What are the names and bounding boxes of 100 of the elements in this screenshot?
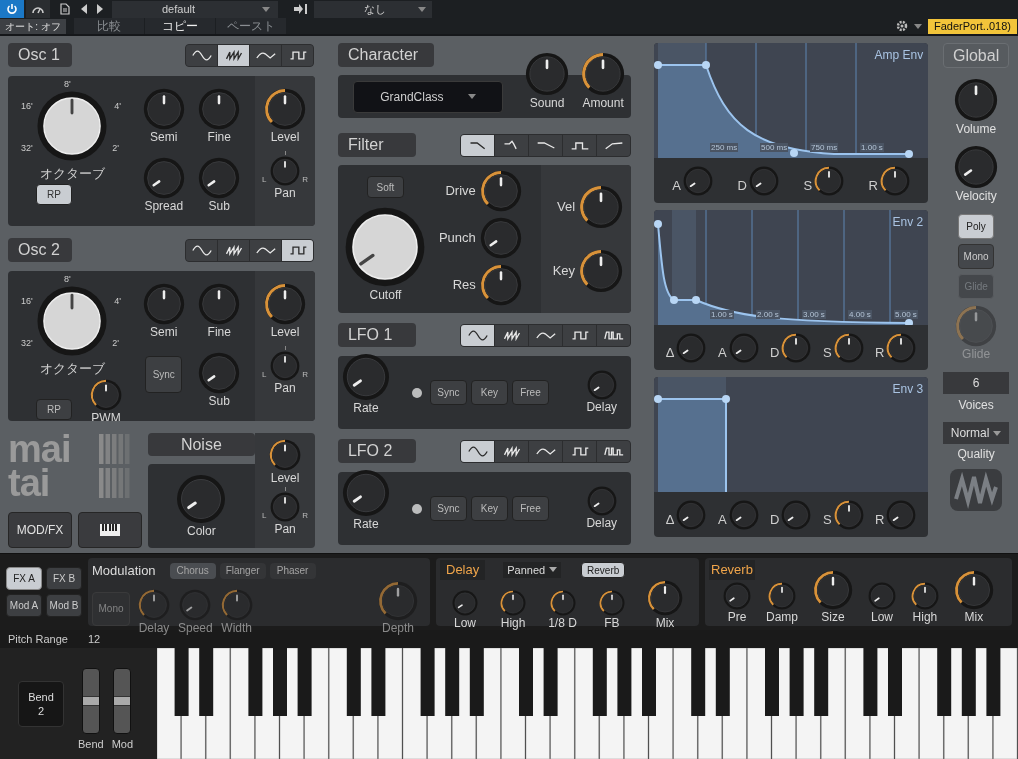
- envelope-node[interactable]: [670, 296, 679, 304]
- fx-tab[interactable]: FX B: [46, 567, 82, 590]
- rp-button[interactable]: RP: [36, 183, 72, 205]
- envelope-node[interactable]: [654, 61, 663, 69]
- envelope-node[interactable]: [722, 395, 731, 403]
- automation-button[interactable]: オート: オフ: [0, 18, 66, 34]
- knob[interactable]: [344, 206, 427, 288]
- filter-type-button[interactable]: [563, 134, 597, 156]
- waveform-button[interactable]: [218, 239, 249, 261]
- waveform-button[interactable]: [461, 324, 495, 346]
- voices-field[interactable]: 6: [943, 372, 1010, 394]
- waveform-button[interactable]: [495, 324, 529, 346]
- knob[interactable]: [264, 88, 306, 130]
- knob[interactable]: [647, 579, 683, 616]
- toggle-button[interactable]: Key: [470, 380, 508, 405]
- wheel-thumb[interactable]: [114, 696, 131, 707]
- knob[interactable]: [813, 569, 853, 610]
- knob[interactable]: [953, 569, 994, 610]
- fx-tab[interactable]: Mod A: [6, 594, 42, 617]
- waveform-button[interactable]: [563, 324, 597, 346]
- toggle-button[interactable]: Reverb: [581, 561, 626, 578]
- bend-range-box[interactable]: Bend 2: [18, 680, 64, 727]
- fx-tab[interactable]: Mod B: [46, 594, 82, 617]
- knob[interactable]: [598, 589, 625, 616]
- knob[interactable]: [579, 185, 624, 229]
- knob[interactable]: [479, 264, 522, 306]
- envelope-graph[interactable]: Env 3: [654, 377, 929, 492]
- waveform-button[interactable]: [218, 44, 249, 66]
- waveform-button[interactable]: [186, 239, 217, 261]
- document-icon[interactable]: [60, 3, 70, 15]
- envelope-node[interactable]: [790, 149, 799, 157]
- waveform-button[interactable]: [186, 44, 217, 66]
- dropdown-caret-icon[interactable]: [913, 23, 922, 29]
- waveform-button[interactable]: [597, 324, 631, 346]
- waveform-button[interactable]: [529, 440, 563, 462]
- preset-dropdown[interactable]: default: [112, 0, 278, 18]
- knob[interactable]: [264, 283, 306, 325]
- pitch-range-value[interactable]: 12: [87, 630, 101, 648]
- preset-action-button[interactable]: コピー: [145, 18, 215, 34]
- envelope-node[interactable]: [905, 150, 914, 158]
- waveform-button[interactable]: [597, 440, 631, 462]
- sidechain-icon[interactable]: [294, 4, 308, 14]
- next-icon[interactable]: [96, 4, 104, 14]
- knob[interactable]: [910, 581, 939, 610]
- toggle-button[interactable]: Free: [511, 380, 549, 405]
- gauge-button[interactable]: [26, 0, 50, 18]
- knob[interactable]: [833, 499, 864, 530]
- filter-type-button[interactable]: [461, 134, 495, 156]
- knob[interactable]: [579, 249, 624, 293]
- waveform-button[interactable]: [250, 239, 281, 261]
- knob[interactable]: [879, 165, 910, 196]
- power-button[interactable]: [0, 0, 24, 18]
- knob[interactable]: [833, 332, 864, 363]
- waveform-button[interactable]: [250, 44, 281, 66]
- sidechain-dropdown[interactable]: なし: [314, 0, 432, 18]
- knob[interactable]: [36, 285, 108, 357]
- filter-type-button[interactable]: [597, 134, 631, 156]
- waveform-button[interactable]: [461, 440, 495, 462]
- filter-type-button[interactable]: [495, 134, 529, 156]
- knob[interactable]: [886, 332, 917, 363]
- knob[interactable]: [549, 589, 576, 616]
- voice-mode-button[interactable]: Poly: [958, 214, 995, 239]
- quality-dropdown[interactable]: Normal: [943, 422, 1010, 444]
- waveform-button[interactable]: [563, 440, 597, 462]
- knob[interactable]: [781, 332, 812, 363]
- toggle-button[interactable]: Soft: [366, 176, 404, 198]
- knob[interactable]: [90, 378, 122, 411]
- previous-icon[interactable]: [80, 4, 88, 14]
- waveform-button[interactable]: [495, 440, 529, 462]
- knob[interactable]: [500, 589, 527, 616]
- character-preset-dropdown[interactable]: GrandClass: [352, 80, 503, 113]
- envelope-node[interactable]: [905, 319, 914, 325]
- waveform-button[interactable]: [529, 324, 563, 346]
- knob[interactable]: [479, 170, 522, 212]
- wheel-track[interactable]: [81, 668, 100, 735]
- toggle-button[interactable]: Sync: [429, 380, 467, 405]
- knob[interactable]: [814, 165, 845, 196]
- toggle-button[interactable]: Free: [511, 496, 549, 521]
- waveform-button[interactable]: [282, 239, 313, 261]
- delay-mode-dropdown[interactable]: Panned: [503, 561, 562, 578]
- toggle-button[interactable]: Key: [470, 496, 508, 521]
- wheel-track[interactable]: [113, 668, 132, 735]
- knob[interactable]: [768, 581, 796, 610]
- envelope-graph[interactable]: Amp Env 250 ms 500 ms 750 ms 1.00 s: [654, 43, 929, 158]
- envelope-node[interactable]: [702, 61, 711, 69]
- waveform-button[interactable]: [282, 44, 313, 66]
- rp-button[interactable]: RP: [36, 398, 72, 420]
- knob[interactable]: [269, 439, 302, 471]
- voice-mode-button[interactable]: Mono: [958, 244, 995, 269]
- fx-tab[interactable]: FX A: [6, 567, 42, 590]
- keyboard-button[interactable]: [78, 512, 142, 548]
- piano-keyboard[interactable]: [157, 648, 1018, 759]
- settings-icon[interactable]: [895, 20, 908, 32]
- toggle-button[interactable]: Sync: [429, 496, 467, 521]
- envelope-node[interactable]: [692, 296, 701, 304]
- knob[interactable]: [581, 52, 626, 96]
- wheel-thumb[interactable]: [82, 696, 99, 707]
- sync-button[interactable]: Sync: [145, 356, 183, 393]
- mod-fx-button[interactable]: MOD/FX: [8, 512, 72, 548]
- filter-type-button[interactable]: [529, 134, 563, 156]
